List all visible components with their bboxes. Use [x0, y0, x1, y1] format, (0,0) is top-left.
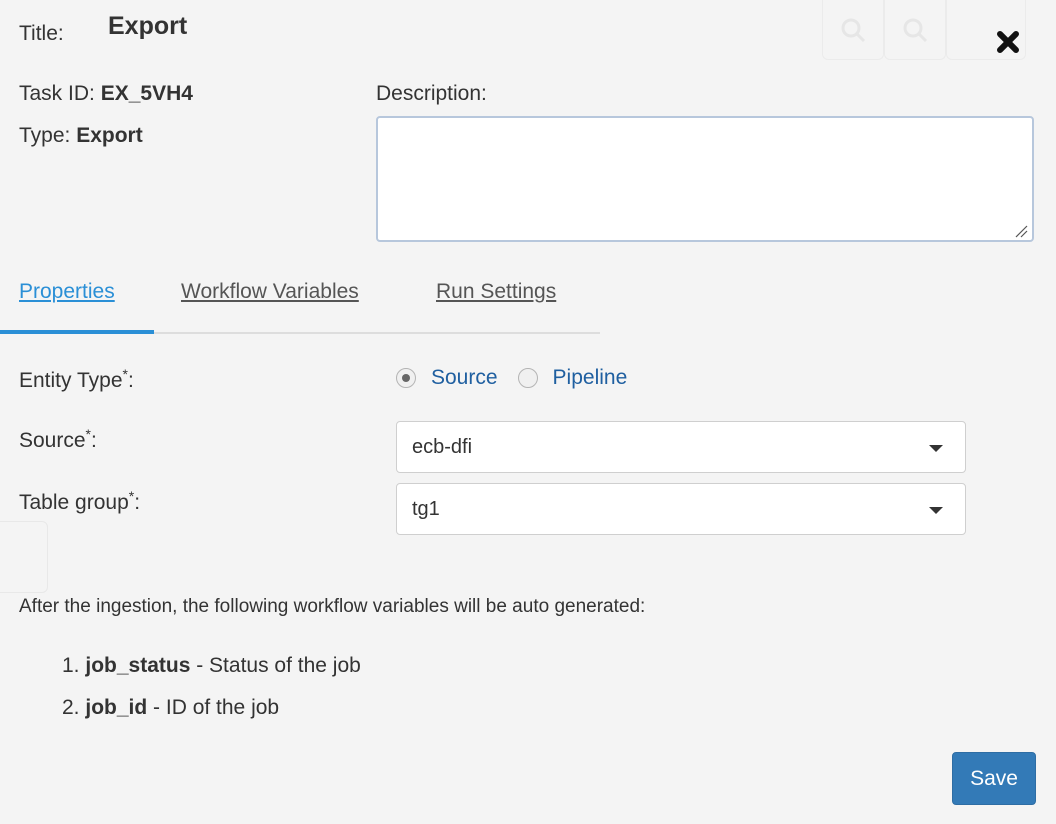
type-value: Export: [76, 124, 143, 147]
active-tab-indicator: [0, 330, 154, 334]
description-label: Description:: [376, 82, 487, 105]
task-id-row: Task ID: EX_5VH4: [19, 82, 193, 106]
caret-down-icon: [929, 445, 943, 452]
task-id-value: EX_5VH4: [100, 82, 193, 105]
radio-pipeline[interactable]: [517, 368, 538, 388]
source-select-value: ecb-dfi: [412, 435, 473, 458]
table-group-select[interactable]: tg1: [396, 483, 966, 535]
tab-bar: Properties Workflow Variables Run Settin…: [0, 268, 600, 334]
resize-grip-icon[interactable]: [1014, 224, 1028, 238]
save-button[interactable]: Save: [952, 752, 1036, 805]
table-group-label: Table group*:: [19, 488, 141, 514]
type-row: Type: Export: [19, 124, 143, 148]
title-value[interactable]: Export: [108, 12, 187, 41]
radio-pipeline-label[interactable]: Pipeline: [553, 366, 628, 390]
source-label: Source*:: [19, 426, 97, 452]
list-item: 1. job_status - Status of the job: [62, 654, 361, 677]
radio-source-label[interactable]: Source: [431, 366, 498, 390]
list-item: 2. job_id - ID of the job: [62, 696, 280, 719]
zoom-in-icon: [884, 0, 946, 60]
title-label: Title:: [19, 22, 64, 45]
radio-source[interactable]: [396, 368, 416, 388]
description-textarea[interactable]: [376, 116, 1034, 242]
radio-selected-dot: [402, 374, 410, 382]
tab-properties[interactable]: Properties: [19, 280, 115, 304]
entity-type-label: Entity Type*:: [19, 366, 134, 392]
close-button[interactable]: [990, 24, 1026, 60]
tab-run-settings[interactable]: Run Settings: [436, 280, 556, 304]
background-side-button: [0, 521, 48, 593]
tab-workflow-variables[interactable]: Workflow Variables: [181, 280, 359, 304]
caret-down-icon: [929, 507, 943, 514]
auto-generated-info: After the ingestion, the following workf…: [19, 596, 646, 617]
workflow-variable-list: 1. job_status - Status of the job 2. job…: [62, 654, 361, 738]
close-icon: [997, 31, 1019, 53]
task-id-label: Task ID:: [19, 82, 95, 105]
type-label: Type:: [19, 124, 71, 147]
entity-type-radio-group: Source Pipeline: [396, 366, 647, 390]
zoom-out-icon: [822, 0, 884, 60]
table-group-select-value: tg1: [412, 497, 440, 520]
source-select[interactable]: ecb-dfi: [396, 421, 966, 473]
